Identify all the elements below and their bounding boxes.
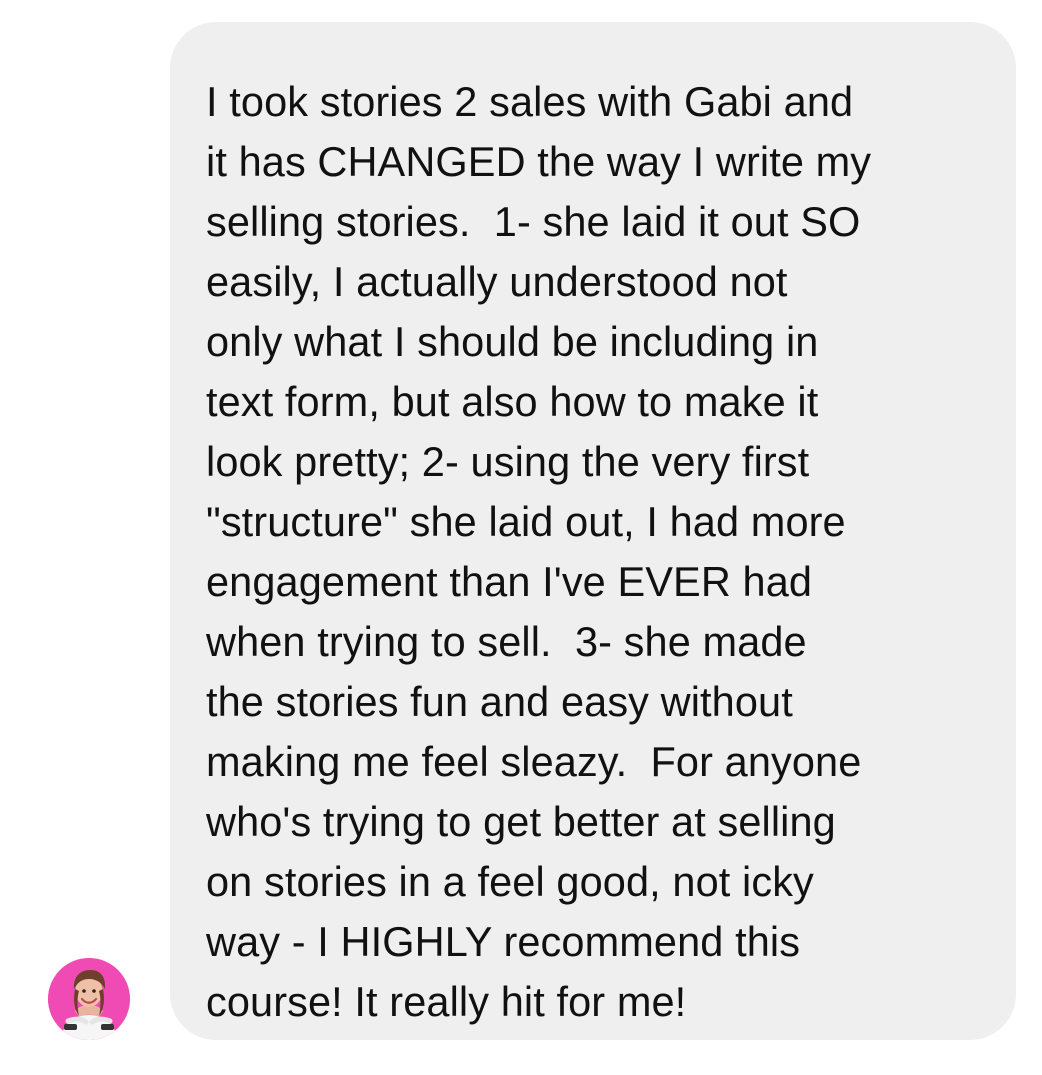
message-line: "structure" she laid out, I had more	[206, 498, 846, 545]
profile-photo-icon	[48, 958, 130, 1040]
message-line: course! It really hit for me!	[206, 978, 687, 1025]
message-line: text form, but also how to make it	[206, 378, 819, 425]
message-line: who's trying to get better at selling	[206, 798, 836, 845]
avatar[interactable]	[48, 958, 130, 1040]
message-row: I took stories 2 sales with Gabi and it …	[0, 0, 1042, 1075]
message-line: I took stories 2 sales with Gabi and	[206, 78, 854, 125]
message-line: engagement than I've EVER had	[206, 558, 813, 605]
message-line: easily, I actually understood not	[206, 258, 788, 305]
message-line: making me feel sleazy. For anyone	[206, 738, 862, 785]
message-line: on stories in a feel good, not icky	[206, 858, 814, 905]
message-line: way - I HIGHLY recommend this	[206, 918, 801, 965]
message-line: the stories fun and easy without	[206, 678, 793, 725]
message-bubble[interactable]: I took stories 2 sales with Gabi and it …	[170, 22, 1016, 1040]
message-line: look pretty; 2- using the very first	[206, 438, 810, 485]
message-line: it has CHANGED the way I write my	[206, 138, 872, 185]
message-line: only what I should be including in	[206, 318, 819, 365]
message-line: when trying to sell. 3- she made	[206, 618, 807, 665]
message-line: selling stories. 1- she laid it out SO	[206, 198, 861, 245]
